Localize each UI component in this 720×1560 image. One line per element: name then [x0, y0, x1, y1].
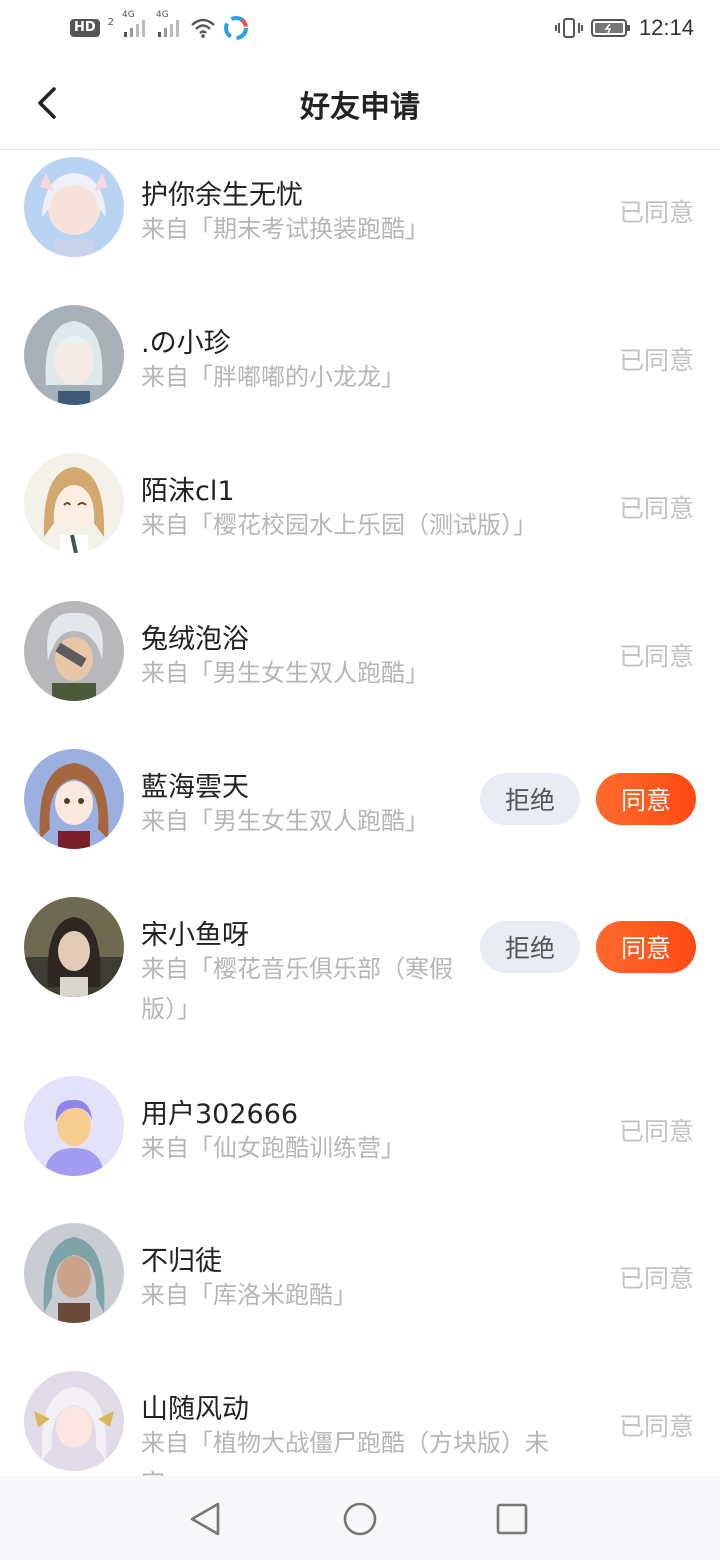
- system-nav-bar: [0, 1476, 720, 1560]
- avatar[interactable]: [24, 1223, 124, 1323]
- status-right: 12:14: [554, 15, 694, 41]
- page-header: 好友申请: [0, 56, 720, 150]
- avatar[interactable]: [24, 601, 124, 701]
- requester-name: .の小珍: [141, 328, 231, 359]
- request-source: 来自「期末考试换装跑酷」: [141, 215, 429, 243]
- reject-button[interactable]: 拒绝: [480, 921, 580, 973]
- requester-name: 兔绒泡浴: [141, 624, 249, 655]
- list-item: .の小珍 来自「胖嘟嘟的小龙龙」 已同意: [0, 299, 720, 447]
- status-accepted: 已同意: [618, 198, 694, 227]
- clock: 12:14: [638, 15, 694, 40]
- default-user-avatar[interactable]: [24, 1076, 124, 1176]
- network-type-label: 4G: [122, 10, 135, 20]
- requester-name: 藍海雲天: [141, 772, 249, 803]
- status-accepted: 已同意: [618, 1264, 694, 1293]
- friend-request-list[interactable]: 护你余生无忧 来自「期末考试换装跑酷」 已同意 .の小珍 来自「胖嘟嘟的小龙龙」…: [0, 151, 720, 1476]
- app-icon: [224, 16, 249, 40]
- avatar[interactable]: [24, 749, 124, 849]
- request-source: 来自「仙女跑酷训练营」: [141, 1134, 405, 1162]
- avatar[interactable]: [24, 897, 124, 997]
- request-source: 来自「樱花校园水上乐园（测试版）」: [141, 511, 537, 539]
- status-accepted: 已同意: [618, 494, 694, 523]
- status-accepted: 已同意: [618, 1412, 694, 1441]
- nav-home-button[interactable]: [335, 1494, 385, 1544]
- nav-recent-button[interactable]: [487, 1494, 537, 1544]
- requester-name: 陌沫cl1: [141, 476, 235, 507]
- request-source: 来自「植物大战僵尸跑酷（方块版）未完」: [141, 1429, 549, 1476]
- requester-name: 用户302666: [141, 1099, 299, 1130]
- request-source: 来自「胖嘟嘟的小龙龙」: [141, 363, 405, 391]
- triangle-back-icon: [190, 1502, 220, 1536]
- request-source: 来自「男生女生双人跑酷」: [141, 659, 429, 687]
- square-recent-icon: [496, 1503, 528, 1535]
- page-title: 好友申请: [300, 90, 420, 125]
- avatar[interactable]: [24, 1371, 124, 1471]
- reject-button[interactable]: 拒绝: [480, 773, 580, 825]
- avatar[interactable]: [24, 157, 124, 257]
- status-left: HD 2 4G 4G: [70, 10, 249, 40]
- circle-home-icon: [343, 1502, 377, 1536]
- requester-name: 山随风动: [141, 1394, 249, 1425]
- wifi-icon: [190, 17, 216, 39]
- battery-icon: [590, 17, 631, 39]
- requester-name: 不归徒: [141, 1246, 222, 1277]
- list-item: 护你余生无忧 来自「期末考试换装跑酷」 已同意: [0, 151, 720, 299]
- vibrate-icon: [554, 17, 583, 39]
- requester-name: 宋小鱼呀: [141, 920, 249, 951]
- avatar[interactable]: [24, 305, 124, 405]
- list-item: 陌沫cl1 来自「樱花校园水上乐园（测试版）」 已同意: [0, 447, 720, 595]
- list-item: 宋小鱼呀 来自「樱花音乐俱乐部（寒假版）」 拒绝 同意: [0, 891, 720, 1076]
- request-source: 来自「库洛米跑酷」: [141, 1281, 357, 1309]
- requester-name: 护你余生无忧: [141, 180, 303, 211]
- status-accepted: 已同意: [618, 642, 694, 671]
- list-item: 兔绒泡浴 来自「男生女生双人跑酷」 已同意: [0, 595, 720, 743]
- list-item: 不归徒 来自「库洛米跑酷」 已同意: [0, 1223, 720, 1371]
- signal-icon: 4G: [122, 10, 148, 38]
- status-accepted: 已同意: [618, 1117, 694, 1146]
- hd-badge: HD: [70, 19, 100, 37]
- request-source: 来自「樱花音乐俱乐部（寒假版）」: [141, 955, 453, 1023]
- list-item: 藍海雲天 来自「男生女生双人跑酷」 拒绝 同意: [0, 743, 720, 891]
- avatar[interactable]: [24, 453, 124, 553]
- signal-icon: 4G: [156, 10, 182, 38]
- accept-button[interactable]: 同意: [596, 921, 696, 973]
- status-bar: HD 2 4G 4G 12:14: [0, 0, 720, 56]
- list-item: 用户302666 来自「仙女跑酷训练营」 已同意: [0, 1076, 720, 1224]
- nav-back-button[interactable]: [180, 1494, 230, 1544]
- accept-button[interactable]: 同意: [596, 773, 696, 825]
- network-type-label: 4G: [156, 10, 169, 20]
- sim-label: 2: [107, 16, 115, 28]
- list-item: 山随风动 来自「植物大战僵尸跑酷（方块版）未完」 已同意: [0, 1371, 720, 1476]
- status-accepted: 已同意: [618, 346, 694, 375]
